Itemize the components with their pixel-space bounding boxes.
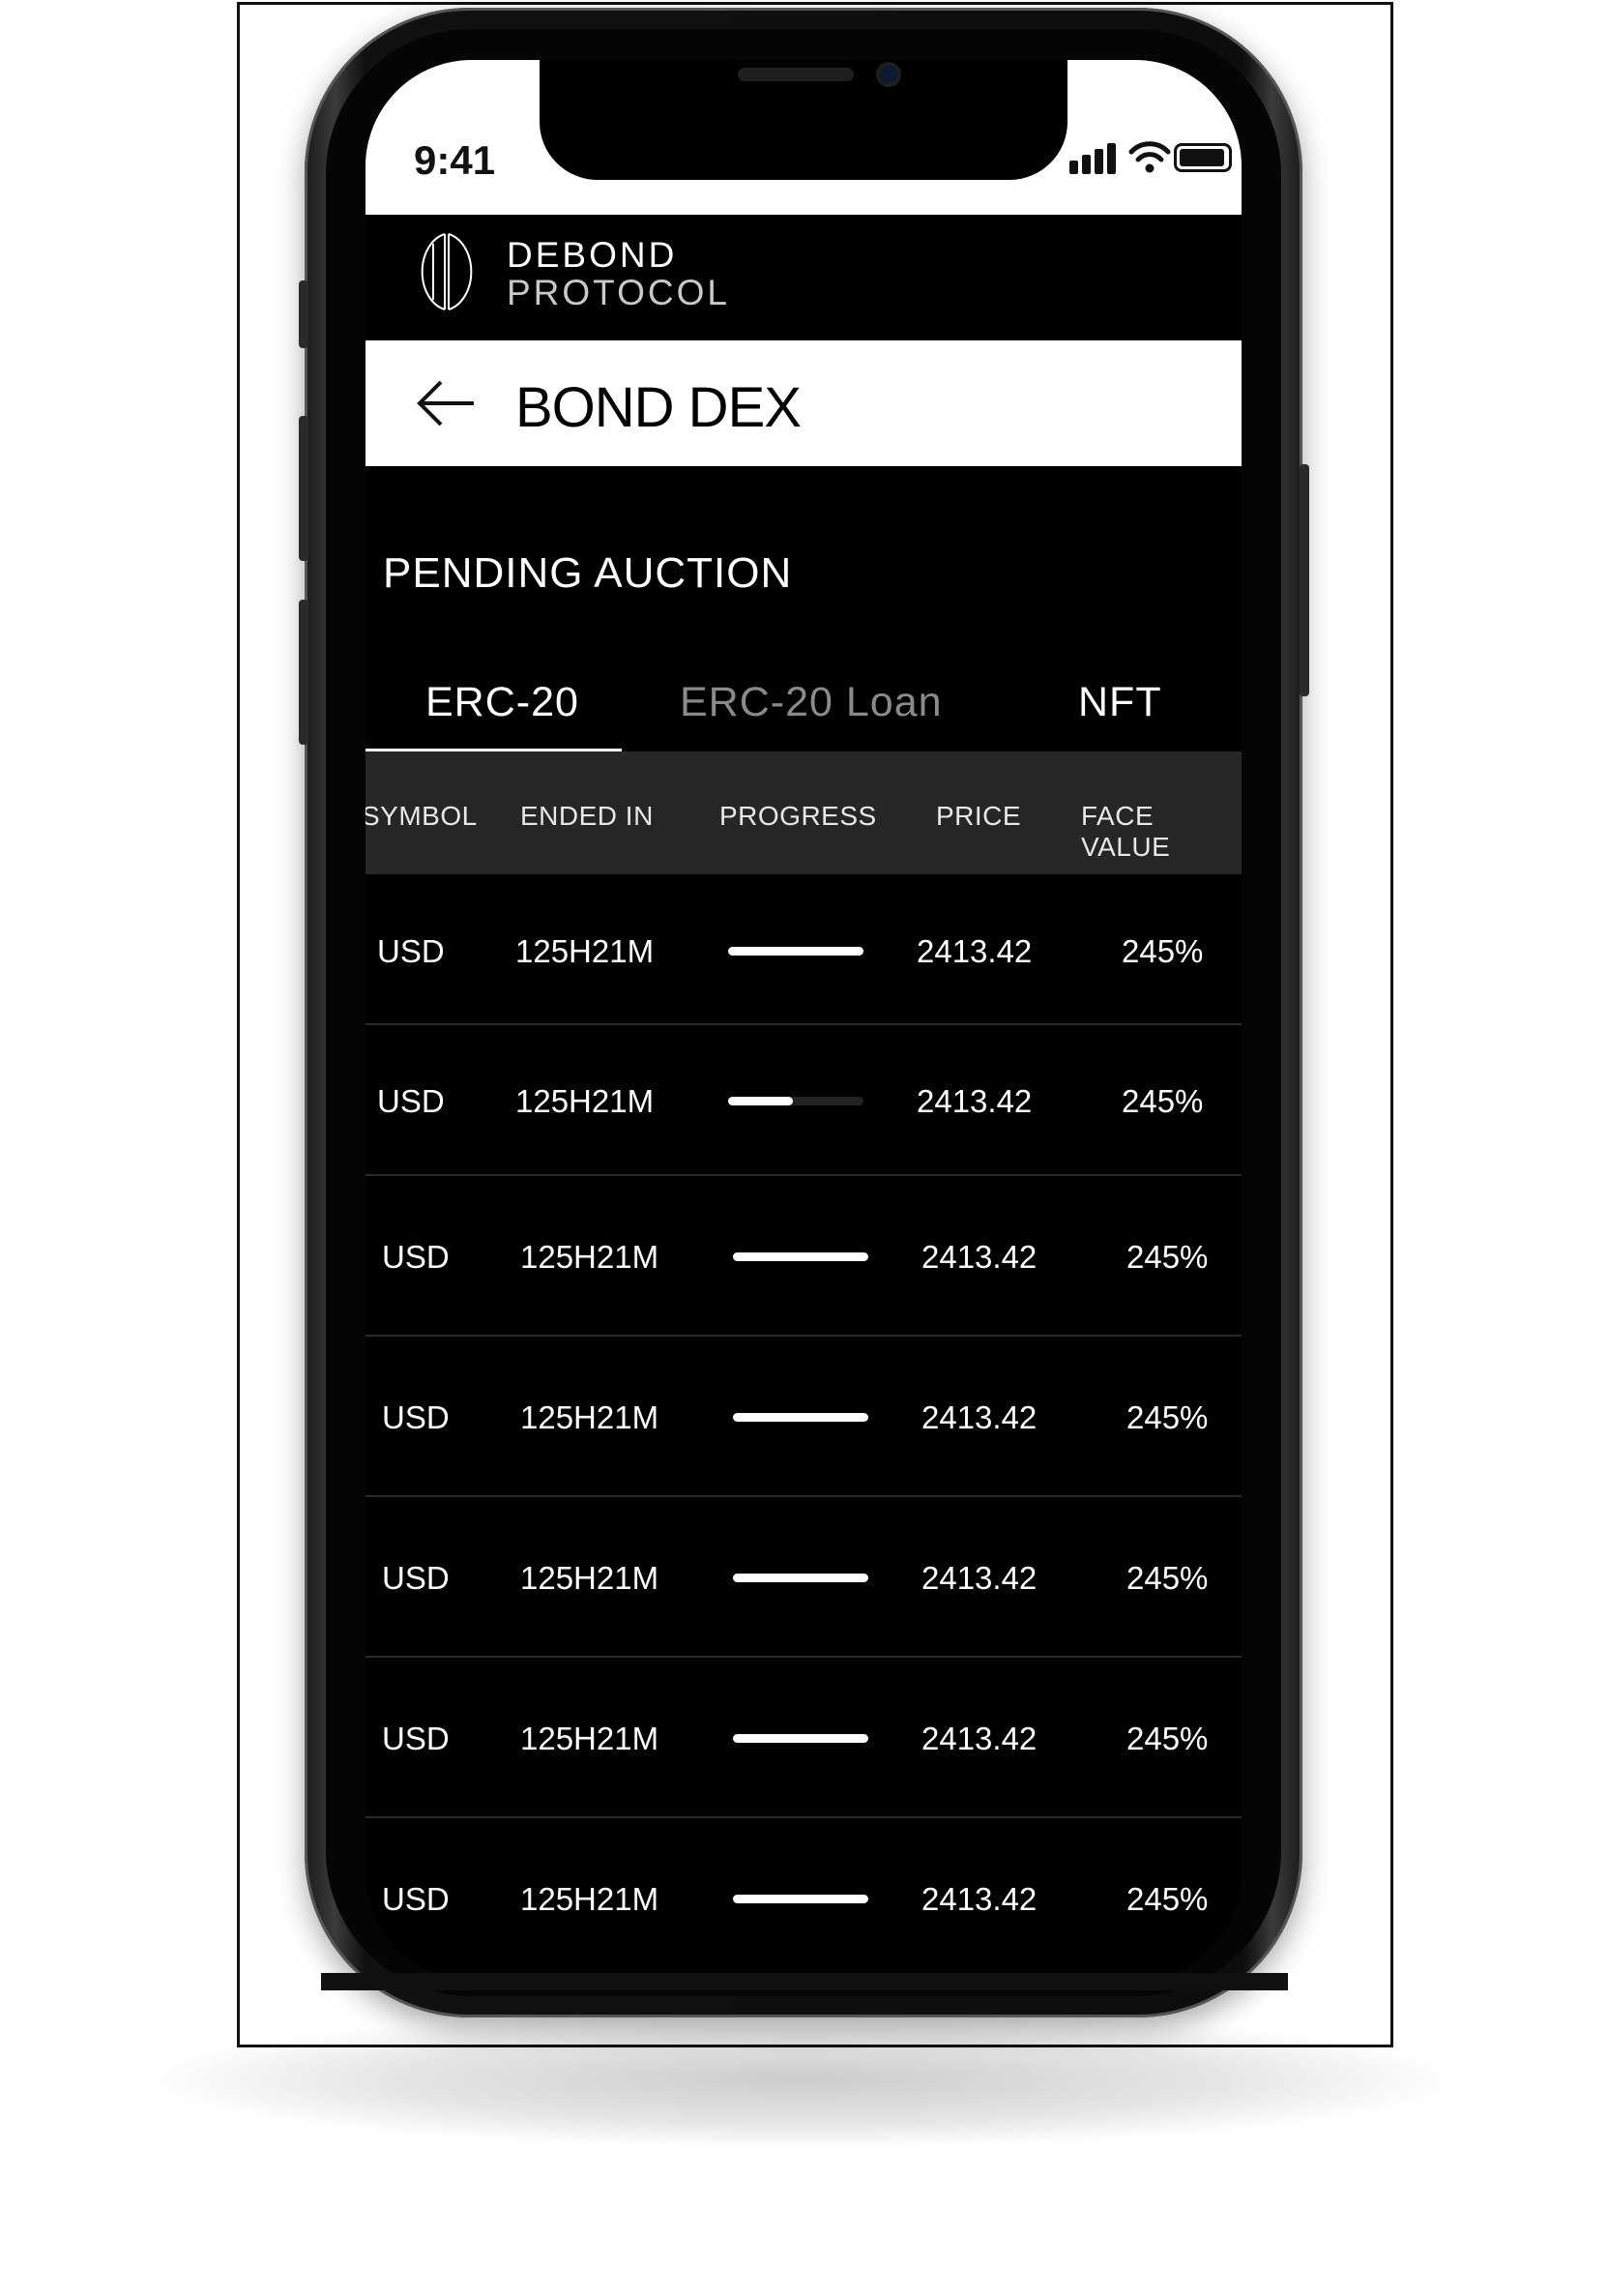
section-title: PENDING AUCTION [383,549,793,597]
battery-icon [1174,143,1232,172]
price-cell: 2413.42 [921,1399,1038,1435]
table-row[interactable]: USD 125H21M 2413.42 245% [365,1497,1242,1658]
ended-in-cell: 125H21M [515,933,655,969]
progress-bar [733,1413,868,1422]
column-header-ended-in[interactable]: ENDED IN [520,801,654,832]
front-camera [876,62,901,87]
phone-bottom-edge [321,1973,1288,1990]
face-value-cell: 245% [1126,1399,1209,1435]
symbol-cell: USD [382,1881,450,1917]
ended-in-cell: 125H21M [515,1083,655,1119]
brand-subtitle: PROTOCOL [507,273,730,312]
ended-in-cell: 125H21M [520,1399,659,1435]
volume-up-button [299,416,308,561]
tab-nft[interactable]: NFT [1078,679,1162,726]
symbol-cell: USD [377,933,445,969]
column-header-face-value[interactable]: FACE VALUE [1081,801,1242,863]
price-cell: 2413.42 [921,1560,1038,1596]
price-cell: 2413.42 [921,1721,1038,1756]
progress-bar [733,1574,868,1582]
tab-erc20[interactable]: ERC-20 [425,679,579,726]
progress-bar-fill [733,1252,868,1261]
column-header-price[interactable]: PRICE [936,801,1021,832]
page-title: BOND DEX [515,376,802,439]
price-cell: 2413.42 [917,933,1033,969]
table-row[interactable]: USD 125H21M 2413.42 245% [365,1337,1242,1497]
face-value-cell: 245% [1122,933,1204,969]
face-value-cell: 245% [1126,1881,1209,1917]
speaker-grille [738,68,854,81]
progress-bar-fill [733,1734,868,1743]
progress-bar-fill [728,947,863,956]
table-row[interactable]: USD 125H21M 2413.42 245% [365,1176,1242,1337]
phone-shadow [155,2012,1450,2147]
face-value-cell: 245% [1122,1083,1204,1119]
price-cell: 2413.42 [921,1239,1038,1275]
progress-bar-fill [733,1895,868,1903]
mockup-stage: { "status_bar": { "time": "9:41" }, "bra… [0,0,1608,2296]
ended-in-cell: 125H21M [520,1239,659,1275]
ended-in-cell: 125H21M [520,1721,659,1756]
phone-notch [540,60,1067,180]
mute-switch [299,280,308,348]
status-time: 9:41 [414,137,496,183]
brand-bar [365,215,1242,340]
progress-bar [728,1097,863,1105]
volume-down-button [299,600,308,745]
app-screen: 9:41 DEBOND PROTOCOL BOND DEX PENDING AU… [365,60,1242,1980]
progress-bar-fill [728,1097,793,1105]
column-header-progress[interactable]: PROGRESS [719,801,877,832]
table-row[interactable]: USD 125H21M 2413.42 245% [365,1025,1242,1176]
tab-erc20-loan[interactable]: ERC-20 Loan [680,679,943,726]
title-bar [365,340,1242,466]
progress-bar [733,1895,868,1903]
power-button [1300,464,1309,696]
wifi-icon [1128,141,1171,173]
face-value-cell: 245% [1126,1239,1209,1275]
symbol-cell: USD [382,1721,450,1756]
progress-bar [733,1252,868,1261]
column-header-symbol[interactable]: SYMBOL [365,801,478,832]
back-arrow-icon[interactable] [416,379,478,427]
debond-logo-icon [421,233,473,310]
price-cell: 2413.42 [917,1083,1033,1119]
brand-name: DEBOND [507,235,678,275]
table-row[interactable]: USD 125H21M 2413.42 245% [365,875,1242,1025]
price-cell: 2413.42 [921,1881,1038,1917]
symbol-cell: USD [382,1399,450,1435]
progress-bar [733,1734,868,1743]
progress-bar [728,947,863,956]
face-value-cell: 245% [1126,1560,1209,1596]
progress-bar-fill [733,1413,868,1422]
face-value-cell: 245% [1126,1721,1209,1756]
symbol-cell: USD [377,1083,445,1119]
table-row[interactable]: USD 125H21M 2413.42 245% [365,1658,1242,1818]
progress-bar-fill [733,1574,868,1582]
symbol-cell: USD [382,1239,450,1275]
symbol-cell: USD [382,1560,450,1596]
ended-in-cell: 125H21M [520,1560,659,1596]
table-row[interactable]: USD 125H21M 2413.42 245% [365,1818,1242,1979]
ended-in-cell: 125H21M [520,1881,659,1917]
